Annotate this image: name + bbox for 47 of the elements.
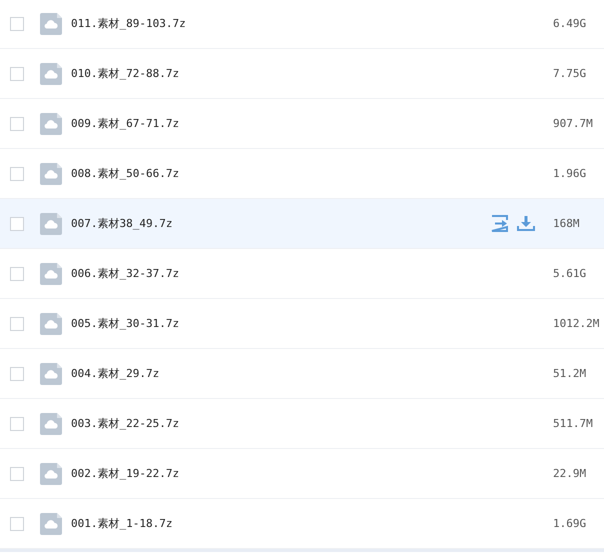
file-name[interactable]: 005.素材_30-31.7z <box>71 316 180 331</box>
file-size: 907.7M <box>553 117 594 130</box>
file-row[interactable]: 007.素材38_49.7z 168M <box>0 199 604 249</box>
checkbox[interactable] <box>10 316 24 330</box>
file-size: 168M <box>553 217 580 230</box>
share-icon[interactable] <box>491 215 509 232</box>
file-size: 22.9M <box>553 467 588 480</box>
cloud-file-icon <box>40 512 62 534</box>
checkbox[interactable] <box>10 116 24 130</box>
file-name[interactable]: 004.素材_29.7z <box>71 366 160 381</box>
file-name[interactable]: 006.素材_32-37.7z <box>71 266 180 281</box>
cloud-file-icon <box>40 162 62 184</box>
cloud-file-icon <box>40 12 62 34</box>
cloud-file-icon <box>40 62 62 84</box>
cloud-file-icon <box>40 462 62 484</box>
cloud-file-icon <box>40 262 62 284</box>
checkbox[interactable] <box>10 466 24 480</box>
file-size: 6.49G <box>553 17 588 30</box>
checkbox[interactable] <box>10 266 24 280</box>
file-size: 511.7M <box>553 417 594 430</box>
file-name[interactable]: 009.素材_67-71.7z <box>71 116 180 131</box>
checkbox[interactable] <box>10 16 24 30</box>
cloud-file-icon <box>40 312 62 334</box>
checkbox[interactable] <box>10 366 24 380</box>
checkbox[interactable] <box>10 66 24 80</box>
file-size: 1012.2M <box>553 317 600 330</box>
file-size: 5.61G <box>553 267 588 280</box>
cloud-file-icon <box>40 412 62 434</box>
file-name[interactable]: 002.素材_19-22.7z <box>71 466 180 481</box>
file-name[interactable]: 010.素材_72-88.7z <box>71 66 180 81</box>
file-name[interactable]: 007.素材38_49.7z <box>71 216 172 231</box>
file-name[interactable]: 011.素材_89-103.7z <box>71 16 186 31</box>
file-size: 7.75G <box>553 67 588 80</box>
file-name[interactable]: 003.素材_22-25.7z <box>71 416 180 431</box>
cloud-file-icon <box>40 112 62 134</box>
file-size: 1.69G <box>553 517 588 530</box>
cloud-file-icon <box>40 362 62 384</box>
file-name[interactable]: 001.素材_1-18.7z <box>71 516 172 531</box>
file-size: 51.2M <box>553 367 588 380</box>
cloud-file-icon <box>40 212 62 234</box>
checkbox[interactable] <box>10 216 24 230</box>
checkbox[interactable] <box>10 416 24 430</box>
download-icon[interactable] <box>517 215 535 232</box>
checkbox[interactable] <box>10 516 24 530</box>
file-size: 1.96G <box>553 167 588 180</box>
file-name[interactable]: 008.素材_50-66.7z <box>71 166 180 181</box>
checkbox[interactable] <box>10 166 24 180</box>
